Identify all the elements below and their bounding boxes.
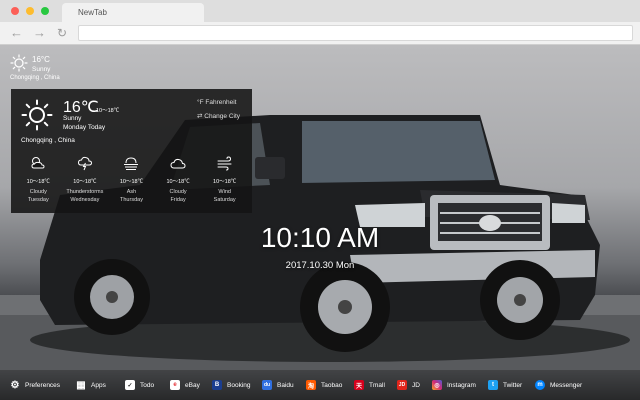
- mini-condition: Sunny: [32, 66, 51, 73]
- instagram-link[interactable]: ◎ Instagram: [432, 379, 476, 391]
- forecast-day-name: Saturday: [213, 197, 236, 203]
- sunny-icon: [21, 99, 53, 131]
- forecast-range: 10～18℃: [73, 179, 97, 185]
- thunderstorm-icon: [77, 156, 92, 171]
- shortcut-label: eBay: [185, 381, 200, 389]
- instagram-icon: ◎: [432, 380, 442, 390]
- shortcut-bar: ⚙ Preferences ▦ Apps ✓ Todo e eBay B Boo…: [0, 370, 640, 400]
- shortcut-label: JD: [412, 381, 420, 389]
- twitter-icon: t: [488, 380, 498, 390]
- taobao-link[interactable]: 淘 Taobao: [306, 379, 342, 391]
- forecast-day: 10～18℃ Cloudy Friday: [155, 155, 202, 207]
- mini-temperature: 16°C: [32, 55, 50, 64]
- jd-link[interactable]: JD JD: [397, 379, 420, 391]
- shortcut-label: Messenger: [550, 381, 583, 389]
- forward-icon[interactable]: →: [33, 25, 46, 41]
- current-condition: Sunny: [63, 115, 82, 122]
- shortcut-label: Preferences: [25, 381, 61, 389]
- forecast-range: 10～18℃: [166, 179, 190, 185]
- apps-button[interactable]: ▦ Apps: [76, 379, 106, 391]
- maximize-window-button[interactable]: [41, 7, 49, 15]
- ebay-link[interactable]: e eBay: [170, 379, 200, 391]
- baidu-icon: du: [262, 380, 272, 390]
- jd-icon: JD: [397, 380, 407, 390]
- todo-button[interactable]: ✓ Todo: [125, 379, 154, 391]
- change-city-button[interactable]: ⇄ Change City: [197, 112, 240, 120]
- messenger-link[interactable]: m Messenger: [535, 379, 582, 391]
- messenger-icon: m: [535, 380, 545, 390]
- current-temperature: 16℃: [63, 99, 99, 116]
- shortcut-label: Apps: [91, 381, 106, 389]
- baidu-link[interactable]: du Baidu: [262, 379, 294, 391]
- panel-city: Chongqing , China: [21, 137, 75, 144]
- forecast-range: 10～18℃: [26, 179, 50, 185]
- booking-link[interactable]: B Booking: [212, 379, 251, 391]
- shortcut-label: Booking: [227, 381, 251, 389]
- preferences-button[interactable]: ⚙ Preferences: [10, 379, 61, 391]
- gear-icon: ⚙: [10, 379, 20, 391]
- forecast-condition: Cloudy: [169, 189, 187, 195]
- shortcut-label: Taobao: [321, 381, 343, 389]
- tmall-link[interactable]: 天 Tmall: [354, 379, 385, 391]
- mini-city: Chongqing , China: [10, 75, 60, 81]
- ebay-icon: e: [170, 380, 180, 390]
- forecast-condition: Ash: [126, 189, 137, 195]
- tmall-icon: 天: [354, 380, 364, 390]
- forecast-day-name: Wednesday: [70, 197, 100, 203]
- taobao-icon: 淘: [306, 380, 316, 390]
- forecast-day: 10～18℃ Thunderstorms Wednesday: [62, 155, 109, 207]
- forecast-condition: Wind: [218, 189, 231, 195]
- apps-grid-icon: ▦: [76, 379, 86, 391]
- clock-time: 10:10 AM: [260, 222, 380, 253]
- cloudy-sun-icon: [31, 157, 45, 169]
- minimize-window-button[interactable]: [26, 7, 34, 15]
- cloud-icon: [170, 158, 186, 169]
- forecast-condition: Thunderstorms: [66, 189, 104, 195]
- forecast-day: 10～18℃ Ash Thursday: [108, 155, 155, 207]
- weather-panel: 16℃ 10～18℃ Sunny Monday Today °F Fahrenh…: [11, 89, 252, 213]
- weather-mini-widget[interactable]: 16°C Sunny Chongqing , China: [10, 53, 60, 85]
- browser-chrome: NewTab ← → ↻: [0, 0, 640, 45]
- browser-tab[interactable]: NewTab: [62, 3, 204, 22]
- forecast-day-name: Thursday: [120, 197, 143, 203]
- forecast-list: 10～18℃ Cloudy Tuesday 10～18℃ Thunderstor…: [15, 155, 248, 207]
- haze-icon: [124, 157, 139, 170]
- wind-icon: [217, 156, 232, 171]
- reload-icon[interactable]: ↻: [57, 25, 67, 41]
- twitter-link[interactable]: t Twitter: [488, 379, 522, 391]
- booking-icon: B: [212, 380, 222, 390]
- shortcut-label: Baidu: [277, 381, 294, 389]
- fahrenheit-toggle[interactable]: °F Fahrenheit: [197, 99, 236, 106]
- forecast-day-name: Friday: [170, 197, 186, 203]
- forecast-range: 10～18℃: [213, 179, 237, 185]
- shortcut-label: Instagram: [447, 381, 476, 389]
- address-bar[interactable]: [78, 25, 633, 41]
- close-window-button[interactable]: [11, 7, 19, 15]
- forecast-day-name: Tuesday: [27, 197, 49, 203]
- sunny-icon: [10, 54, 28, 72]
- todo-check-icon: ✓: [125, 380, 135, 390]
- forecast-day: 10～18℃ Cloudy Tuesday: [15, 155, 62, 207]
- forecast-day: 10～18℃ Wind Saturday: [201, 155, 248, 207]
- back-icon[interactable]: ←: [10, 25, 23, 41]
- shortcut-label: Twitter: [503, 381, 523, 389]
- browser-toolbar: ← → ↻: [0, 22, 640, 45]
- forecast-condition: Cloudy: [29, 189, 47, 195]
- shortcut-label: Tmall: [369, 381, 385, 389]
- current-temp-range: 10～18℃: [96, 108, 120, 114]
- clock-date: 2017.10.30 Mon: [285, 260, 355, 271]
- shortcut-label: Todo: [140, 381, 155, 389]
- forecast-range: 10～18℃: [119, 179, 144, 185]
- tab-title: NewTab: [78, 8, 107, 17]
- current-day: Monday Today: [63, 124, 106, 131]
